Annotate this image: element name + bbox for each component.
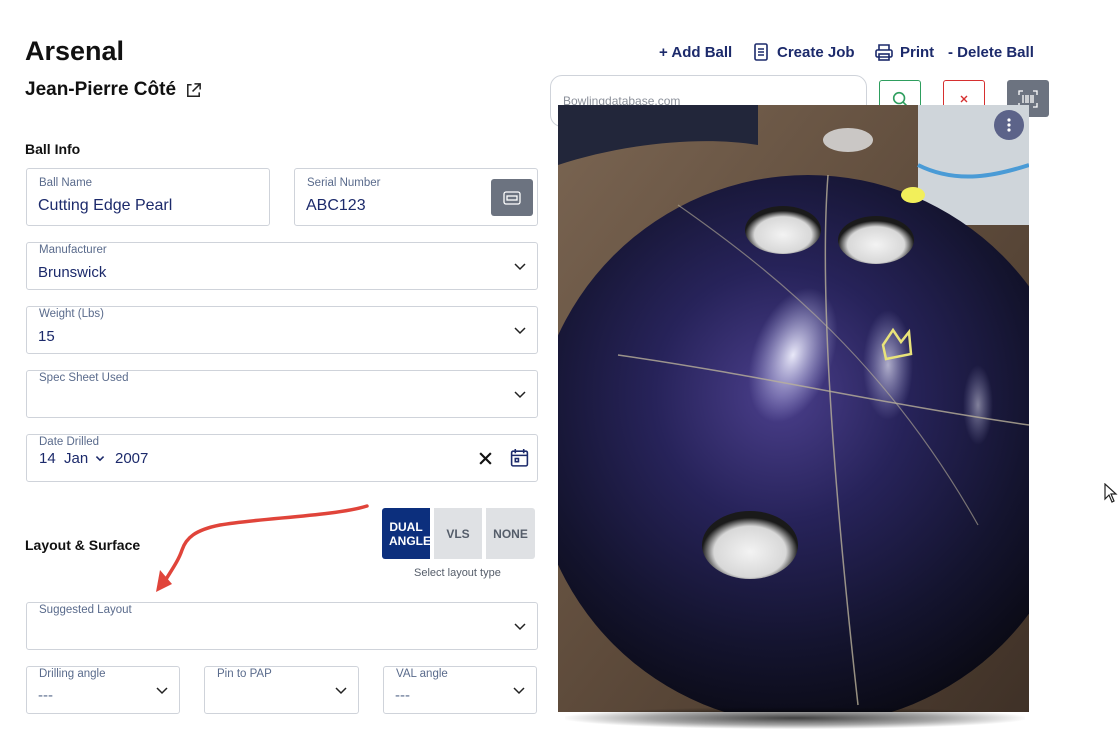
mouse-cursor-icon [1104, 483, 1118, 503]
kebab-menu-icon [1007, 118, 1011, 132]
drilling-angle-value: --- [38, 687, 53, 704]
weight-label: Weight (Lbs) [39, 308, 104, 320]
drilling-angle-label: Drilling angle [39, 668, 106, 680]
vls-label: VLS [446, 526, 470, 541]
ball-name-field[interactable]: Ball Name Cutting Edge Pearl [26, 168, 270, 226]
create-job-button[interactable]: Create Job [751, 42, 855, 62]
serial-scan-button[interactable] [491, 179, 533, 216]
weight-value: 15 [38, 328, 55, 345]
layout-type-vls[interactable]: VLS [434, 508, 482, 559]
drilling-angle-select[interactable]: Drilling angle --- [26, 666, 180, 714]
owner-name[interactable]: Jean-Pierre Côté [25, 79, 203, 101]
layout-surface-heading: Layout & Surface [25, 537, 141, 553]
print-label: Print [900, 43, 935, 61]
ball-name-value: Cutting Edge Pearl [38, 197, 173, 214]
suggested-layout-select[interactable]: Suggested Layout [26, 602, 538, 650]
suggested-layout-label: Suggested Layout [39, 604, 132, 616]
serial-number-label: Serial Number [307, 177, 381, 189]
val-angle-label: VAL angle [396, 668, 448, 680]
add-ball-button[interactable]: + Add Ball [659, 42, 732, 62]
spec-sheet-label: Spec Sheet Used [39, 372, 129, 384]
close-icon[interactable] [478, 451, 493, 466]
printer-icon [875, 44, 893, 61]
layout-type-note: Select layout type [414, 567, 501, 579]
scan-icon [503, 190, 521, 205]
weight-select[interactable]: Weight (Lbs) 15 [26, 306, 538, 354]
external-link-icon[interactable] [184, 81, 203, 100]
manufacturer-label: Manufacturer [39, 244, 107, 256]
print-button[interactable]: Print [874, 42, 934, 62]
create-job-label: Create Job [777, 43, 855, 61]
owner-name-text: Jean-Pierre Côté [25, 79, 177, 100]
chevron-down-icon [514, 327, 526, 335]
date-month: Jan [64, 450, 89, 467]
chevron-down-icon [514, 391, 526, 399]
chevron-down-icon [514, 623, 526, 631]
delete-ball-button[interactable]: - Delete Ball [948, 42, 1034, 62]
chevron-down-icon [156, 687, 168, 695]
calendar-icon[interactable] [510, 448, 529, 468]
chevron-down-icon [335, 687, 347, 695]
date-month-select[interactable]: Jan [64, 450, 105, 467]
ball-info-heading: Ball Info [25, 141, 81, 157]
layout-type-dual-angle[interactable]: DUAL ANGLE [382, 508, 431, 559]
ball-name-label: Ball Name [39, 177, 93, 189]
ball-photo [558, 105, 1029, 712]
date-drilled-field[interactable]: Date Drilled 14 Jan 2007 [26, 434, 538, 482]
chevron-down-icon [514, 263, 526, 271]
dual-angle-label: DUAL ANGLE [389, 519, 431, 548]
close-icon [960, 95, 968, 102]
pin-to-pap-label: Pin to PAP [217, 668, 272, 680]
pin-to-pap-select[interactable]: Pin to PAP [204, 666, 359, 714]
val-angle-value: --- [395, 687, 410, 704]
serial-number-value: ABC123 [306, 197, 366, 214]
page-title: Arsenal [25, 36, 125, 66]
bowling-ball-image [558, 105, 1029, 712]
photo-menu-button[interactable] [994, 110, 1024, 140]
date-year[interactable]: 2007 [115, 450, 148, 467]
layout-type-none[interactable]: NONE [486, 508, 535, 559]
manufacturer-value: Brunswick [38, 264, 107, 281]
date-drilled-label: Date Drilled [39, 436, 100, 448]
document-icon [754, 43, 768, 61]
none-label: NONE [493, 526, 528, 541]
annotation-arrow [156, 504, 369, 592]
chevron-down-icon [513, 687, 525, 695]
delete-ball-label: - Delete Ball [948, 43, 1034, 61]
manufacturer-select[interactable]: Manufacturer Brunswick [26, 242, 538, 290]
spec-sheet-select[interactable]: Spec Sheet Used [26, 370, 538, 418]
val-angle-select[interactable]: VAL angle --- [383, 666, 537, 714]
add-ball-label: + Add Ball [659, 43, 733, 61]
photo-shadow [565, 707, 1025, 729]
date-day[interactable]: 14 [39, 450, 56, 467]
chevron-down-icon [96, 456, 105, 462]
